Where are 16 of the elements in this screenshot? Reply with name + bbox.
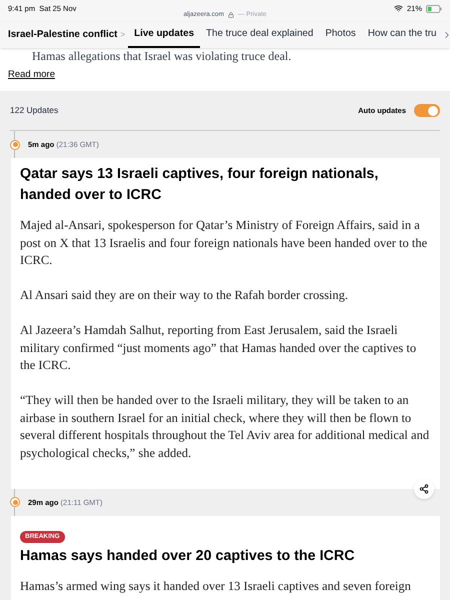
post-paragraph: Al Jazeera’s Hamdah Salhut, reporting from East Jerusalem, said the Israeli military confirmed “just moments ago” that Hamas handed over the captives to the ICRC. (20, 322, 418, 374)
nav-tab[interactable]: The truce deal explained (200, 22, 320, 48)
nav-tab[interactable]: How can the tru (362, 22, 442, 48)
updates-count: 122 Updates (10, 104, 58, 118)
post-title[interactable]: Hamas says handed over 20 captives to the ICRC (20, 546, 431, 567)
post-title[interactable]: Qatar says 13 Israeli captives, four foreign nationals, handed over to ICRC (20, 164, 431, 206)
post-paragraph: “They will then be handed over to the Israeli military, they will be taken to an airbase in southern Israel for an initial check, where they will then be flown to several different hospitals throughout the Tel Aviv area for additional medical and psychological checks,” she added. (20, 392, 430, 462)
nav-tab[interactable]: Live updates (128, 22, 200, 48)
post-paragraph: Hamas’s armed wing says it handed over 13 Israeli captives and seven foreign (20, 578, 412, 595)
intro-text: Hamas allegations that Israel was violating truce deal. (31, 48, 292, 63)
post-paragraph: Majed al-Ansari, spokesperson for Qatar’s Ministry of Foreign Affairs, said in a post on X that 13 Israelis and four foreign nationals have been handed over to the ICRC. (20, 217, 428, 270)
post-paragraph: Al Ansari said they are on their way to the Rafah border crossing. (20, 287, 350, 304)
nav-tab[interactable]: Photos (319, 22, 362, 48)
read-more-link[interactable]: Read more (8, 68, 55, 82)
section-title[interactable]: Israel-Palestine conflict (8, 28, 118, 42)
breadcrumb-separator: > (120, 29, 126, 41)
